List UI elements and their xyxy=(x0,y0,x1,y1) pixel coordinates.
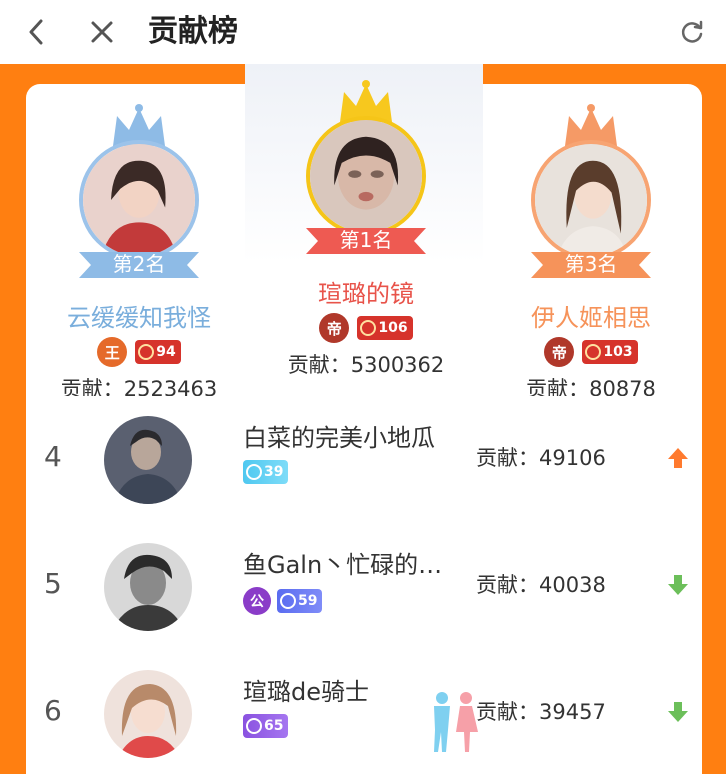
top-user-1[interactable]: 第1名 瑄璐的镜 帝 106 贡献：5300362 xyxy=(251,80,481,379)
level-icon xyxy=(280,593,296,609)
avatar xyxy=(104,543,192,631)
chevron-left-icon[interactable] xyxy=(14,10,58,54)
avatar xyxy=(104,416,192,504)
level-icon xyxy=(585,344,602,360)
list-item[interactable]: 5 鱼Galn丶忙碌的… 公 59 贡献：40038 xyxy=(26,523,702,651)
avatar xyxy=(531,140,651,260)
refresh-icon[interactable] xyxy=(670,10,714,54)
rank-label: 第2名 xyxy=(112,252,166,276)
avatar xyxy=(306,116,426,236)
rank-number: 5 xyxy=(44,567,62,600)
header-bar: 贡献榜 xyxy=(0,0,726,64)
level-badge: 103 xyxy=(582,340,638,364)
rank-badge: 帝 xyxy=(319,313,350,343)
contribution-value: 贡献：49106 xyxy=(476,446,606,470)
level-icon xyxy=(360,320,377,336)
level-icon xyxy=(246,718,262,734)
username: 瑄璐de骑士 xyxy=(243,678,369,706)
fan-badge: 公 xyxy=(243,587,271,615)
arrow-down-icon xyxy=(668,575,688,595)
page-title: 贡献榜 xyxy=(148,14,238,49)
close-icon[interactable] xyxy=(80,10,124,54)
level-badge: 106 xyxy=(357,316,413,340)
username: 鱼Galn丶忙碌的… xyxy=(243,551,443,579)
username: 云缓缓知我怪 xyxy=(67,304,211,332)
level-icon xyxy=(246,464,262,480)
contribution-value: 贡献：5300362 xyxy=(287,353,445,377)
arrow-up-icon xyxy=(668,448,688,468)
username: 瑄璐的镜 xyxy=(318,280,414,308)
username: 伊人姬相思 xyxy=(531,304,651,332)
top-user-2[interactable]: 第2名 云缓缓知我怪 王 94 贡献：2523463 xyxy=(24,104,254,403)
rank-number: 6 xyxy=(44,694,62,727)
level-badge: 94 xyxy=(135,340,181,364)
avatar xyxy=(104,670,192,758)
rank-label: 第3名 xyxy=(564,252,618,276)
rank-badge: 王 xyxy=(97,337,128,367)
rank-label: 第1名 xyxy=(339,228,393,252)
couple-icon xyxy=(434,692,478,752)
level-icon xyxy=(138,344,155,360)
top-user-3[interactable]: 第3名 伊人姬相思 帝 103 贡献：80878 xyxy=(476,104,706,403)
contribution-value: 贡献：40038 xyxy=(476,573,606,597)
rank-number: 4 xyxy=(44,440,62,473)
list-item[interactable]: 6 瑄璐de骑士 65 贡献：39457 xyxy=(26,650,702,774)
arrow-down-icon xyxy=(668,702,688,722)
rank-badge: 帝 xyxy=(544,337,575,367)
contribution-value: 贡献：39457 xyxy=(476,700,606,724)
list-item[interactable]: 4 白菜的完美小地瓜 39 贡献：49106 xyxy=(26,396,702,524)
username: 白菜的完美小地瓜 xyxy=(243,424,435,452)
level-badge: 39 xyxy=(243,460,289,484)
level-badge: 59 xyxy=(277,589,323,613)
avatar xyxy=(79,140,199,260)
level-badge: 65 xyxy=(243,714,289,738)
